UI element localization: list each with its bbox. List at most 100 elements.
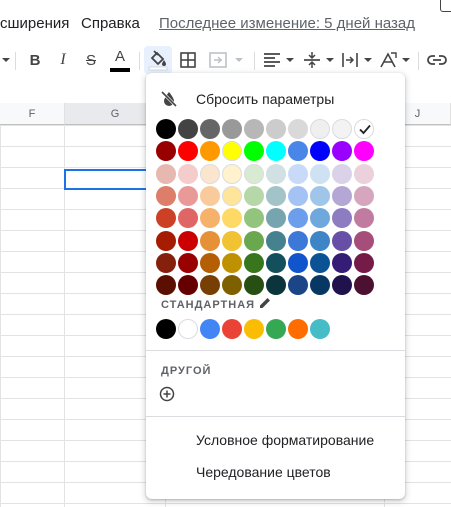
- color-swatch[interactable]: [222, 119, 242, 139]
- strikethrough-button[interactable]: S: [80, 46, 102, 74]
- color-swatch[interactable]: [244, 208, 264, 229]
- color-swatch[interactable]: [156, 141, 176, 162]
- color-swatch[interactable]: [178, 252, 198, 273]
- color-swatch[interactable]: [332, 185, 352, 206]
- column-header-f[interactable]: F: [0, 103, 65, 125]
- color-swatch[interactable]: [288, 252, 308, 273]
- color-swatch[interactable]: [288, 141, 308, 162]
- color-swatch[interactable]: [156, 252, 176, 273]
- color-swatch[interactable]: [354, 163, 374, 184]
- color-swatch[interactable]: [222, 252, 242, 273]
- vertical-align-button[interactable]: [302, 46, 336, 74]
- menu-extensions[interactable]: сширения: [0, 15, 69, 32]
- color-swatch[interactable]: [178, 230, 198, 251]
- color-swatch[interactable]: [266, 230, 286, 251]
- color-swatch[interactable]: [200, 230, 220, 251]
- color-swatch[interactable]: [332, 163, 352, 184]
- color-swatch[interactable]: [244, 185, 264, 206]
- color-swatch[interactable]: [156, 163, 176, 184]
- color-swatch[interactable]: [288, 119, 308, 139]
- color-swatch[interactable]: [222, 208, 242, 229]
- color-swatch[interactable]: [178, 163, 198, 184]
- color-swatch[interactable]: [310, 119, 330, 139]
- color-swatch[interactable]: [200, 185, 220, 206]
- color-swatch[interactable]: [266, 163, 286, 184]
- color-swatch[interactable]: [266, 252, 286, 273]
- color-swatch[interactable]: [156, 319, 176, 339]
- chevron-down-icon[interactable]: [0, 46, 12, 74]
- color-swatch[interactable]: [310, 275, 330, 296]
- color-swatch[interactable]: [244, 163, 264, 184]
- color-swatch[interactable]: [200, 119, 220, 139]
- color-swatch[interactable]: [266, 141, 286, 162]
- color-swatch[interactable]: [310, 141, 330, 162]
- color-swatch[interactable]: [288, 319, 308, 339]
- color-swatch[interactable]: [332, 275, 352, 296]
- last-edit-link[interactable]: Последнее изменение: 5 дней назад: [159, 15, 415, 32]
- color-swatch[interactable]: [178, 319, 198, 339]
- color-swatch[interactable]: [310, 252, 330, 273]
- reset-fill-button[interactable]: Сбросить параметры: [160, 87, 334, 111]
- color-swatch[interactable]: [288, 230, 308, 251]
- color-swatch[interactable]: [156, 119, 176, 139]
- color-swatch[interactable]: [332, 119, 352, 139]
- edit-pencil-icon[interactable]: [258, 296, 272, 315]
- comments-icon[interactable]: [440, 0, 451, 12]
- color-swatch[interactable]: [354, 185, 374, 206]
- add-custom-color-icon[interactable]: [159, 386, 175, 407]
- color-swatch[interactable]: [354, 141, 374, 162]
- color-swatch[interactable]: [288, 208, 308, 229]
- color-swatch[interactable]: [156, 208, 176, 229]
- color-swatch[interactable]: [244, 141, 264, 162]
- italic-button[interactable]: I: [52, 46, 74, 74]
- color-swatch[interactable]: [222, 275, 242, 296]
- conditional-formatting-item[interactable]: Условное форматирование: [196, 432, 374, 448]
- color-swatch[interactable]: [178, 208, 198, 229]
- color-swatch[interactable]: [332, 230, 352, 251]
- insert-link-button[interactable]: [426, 46, 448, 74]
- text-wrap-button[interactable]: [340, 46, 374, 74]
- color-swatch[interactable]: [288, 163, 308, 184]
- color-swatch[interactable]: [156, 185, 176, 206]
- color-swatch[interactable]: [266, 119, 286, 139]
- color-swatch[interactable]: [354, 119, 374, 139]
- color-swatch[interactable]: [266, 275, 286, 296]
- menu-help[interactable]: Справка: [81, 15, 140, 32]
- color-swatch[interactable]: [200, 319, 220, 339]
- color-swatch[interactable]: [310, 319, 330, 339]
- color-swatch[interactable]: [310, 230, 330, 251]
- text-color-button[interactable]: A: [108, 46, 132, 74]
- color-swatch[interactable]: [354, 208, 374, 229]
- horizontal-align-button[interactable]: [262, 46, 296, 74]
- color-swatch[interactable]: [244, 275, 264, 296]
- color-swatch[interactable]: [222, 141, 242, 162]
- color-swatch[interactable]: [222, 319, 242, 339]
- color-swatch[interactable]: [310, 185, 330, 206]
- color-swatch[interactable]: [354, 252, 374, 273]
- color-swatch[interactable]: [266, 208, 286, 229]
- color-swatch[interactable]: [354, 275, 374, 296]
- color-swatch[interactable]: [178, 185, 198, 206]
- color-swatch[interactable]: [266, 185, 286, 206]
- color-swatch[interactable]: [244, 319, 264, 339]
- color-swatch[interactable]: [200, 275, 220, 296]
- color-swatch[interactable]: [200, 252, 220, 273]
- color-swatch[interactable]: [200, 208, 220, 229]
- color-swatch[interactable]: [222, 230, 242, 251]
- color-swatch[interactable]: [178, 119, 198, 139]
- color-swatch[interactable]: [222, 163, 242, 184]
- merge-cells-button[interactable]: [206, 46, 246, 74]
- fill-color-button[interactable]: [144, 46, 172, 74]
- color-swatch[interactable]: [244, 252, 264, 273]
- color-swatch[interactable]: [244, 230, 264, 251]
- color-swatch[interactable]: [354, 230, 374, 251]
- alternating-colors-item[interactable]: Чередование цветов: [196, 464, 331, 480]
- color-swatch[interactable]: [332, 141, 352, 162]
- color-swatch[interactable]: [222, 185, 242, 206]
- color-swatch[interactable]: [178, 275, 198, 296]
- color-swatch[interactable]: [200, 163, 220, 184]
- color-swatch[interactable]: [332, 252, 352, 273]
- color-swatch[interactable]: [288, 185, 308, 206]
- text-rotate-button[interactable]: [378, 46, 412, 74]
- color-swatch[interactable]: [200, 141, 220, 162]
